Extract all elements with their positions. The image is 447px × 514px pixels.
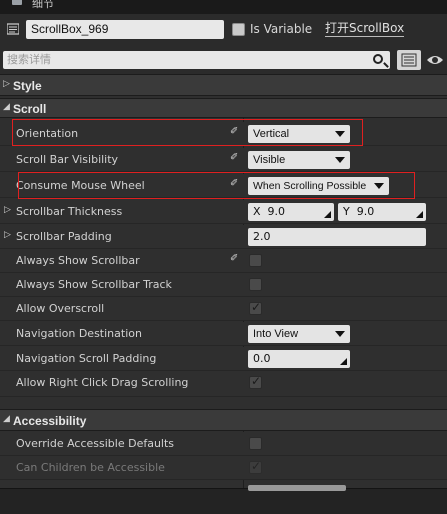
chevron-down-icon (335, 157, 345, 163)
row-navigation-destination: Navigation Destination Into View (0, 322, 447, 346)
expand-arrow-icon[interactable]: ▷ (4, 205, 11, 215)
row-can-children-be-accessible: Can Children be Accessible (0, 456, 447, 480)
navigation-destination-value: Into View (253, 328, 299, 340)
row-scrollbar-thickness: ▷ Scrollbar Thickness X 9.0 Y 9.0 (0, 200, 447, 224)
always-show-scrollbar-label: Always Show Scrollbar (16, 254, 140, 267)
eye-icon[interactable] (426, 52, 444, 68)
details-tab-label[interactable]: 细节 (32, 0, 54, 11)
widget-header: ScrollBox_969 Is Variable 打开ScrollBox (0, 14, 447, 46)
collapse-arrow-icon: ◢ (3, 102, 10, 112)
drag-handle-icon[interactable] (416, 211, 423, 218)
section-spacer (0, 397, 447, 409)
allow-overscroll-label: Allow Overscroll (16, 302, 105, 315)
category-scroll[interactable]: ◢ Scroll (0, 98, 447, 118)
category-accessibility[interactable]: ◢ Accessibility (0, 409, 447, 431)
override-accessible-defaults-checkbox[interactable] (249, 437, 262, 450)
drag-handle-icon[interactable] (324, 211, 331, 218)
navigation-destination-dropdown[interactable]: Into View (248, 325, 350, 343)
row-allow-right-click-drag: Allow Right Click Drag Scrolling (0, 371, 447, 397)
bottom-bar (0, 485, 447, 514)
override-accessible-defaults-label: Override Accessible Defaults (16, 437, 175, 450)
category-scroll-label: Scroll (13, 102, 47, 116)
binding-icon[interactable]: ✐ (230, 254, 240, 264)
row-navigation-scroll-padding: Navigation Scroll Padding 0.0 (0, 347, 447, 371)
search-input[interactable]: 搜索详情 (3, 51, 390, 69)
scrollbar-padding-value: 2.0 (253, 230, 271, 243)
highlight-consume-mouse-wheel (18, 172, 415, 199)
row-always-show-scrollbar: Always Show Scrollbar ✐ (0, 249, 447, 273)
search-row: 搜索详情 (0, 46, 447, 74)
x-axis-label: X (253, 205, 261, 218)
scroll-bar-visibility-dropdown[interactable]: Visible (248, 151, 350, 169)
partial-field (248, 485, 346, 491)
row-scroll-bar-visibility: Scroll Bar Visibility ✐ Visible (0, 148, 447, 172)
collapse-arrow-icon: ◢ (3, 414, 10, 424)
expand-arrow-icon[interactable]: ▷ (4, 230, 11, 240)
widget-name-input[interactable]: ScrollBox_969 (26, 20, 224, 39)
always-show-scrollbar-track-checkbox[interactable] (249, 278, 262, 291)
navigation-scroll-padding-field[interactable]: 0.0 (248, 350, 350, 368)
expand-arrow-icon: ▷ (3, 79, 10, 89)
scroll-bar-visibility-value: Visible (253, 154, 286, 166)
row-always-show-scrollbar-track: Always Show Scrollbar Track (0, 273, 447, 297)
y-axis-label: Y (343, 205, 350, 218)
y-value: 9.0 (356, 205, 375, 218)
search-icon[interactable] (373, 54, 383, 64)
category-accessibility-label: Accessibility (13, 414, 87, 428)
details-tab-icon (12, 0, 22, 5)
always-show-scrollbar-checkbox[interactable] (249, 254, 262, 267)
scrollbar-thickness-label: Scrollbar Thickness (16, 205, 123, 218)
view-options-icon[interactable] (397, 50, 421, 70)
details-tab-bar: 细节 (0, 0, 447, 14)
scrollbar-padding-label: Scrollbar Padding (16, 230, 112, 243)
can-children-be-accessible-label: Can Children be Accessible (16, 461, 165, 474)
chevron-down-icon (335, 331, 345, 337)
open-scrollbox-link[interactable]: 打开ScrollBox (325, 21, 405, 37)
allow-right-click-drag-label: Allow Right Click Drag Scrolling (16, 376, 189, 389)
navigation-scroll-padding-label: Navigation Scroll Padding (16, 352, 157, 365)
scrollbar-padding-field[interactable]: 2.0 (248, 228, 426, 246)
is-variable-label: Is Variable (250, 22, 313, 36)
always-show-scrollbar-track-label: Always Show Scrollbar Track (16, 278, 172, 291)
category-style[interactable]: ▷ Style (0, 74, 447, 96)
x-value: 9.0 (267, 205, 286, 218)
scroll-bar-visibility-label: Scroll Bar Visibility (16, 153, 119, 166)
can-children-be-accessible-checkbox (249, 459, 262, 474)
scrollbar-thickness-x-field[interactable]: X 9.0 (248, 203, 334, 221)
row-allow-overscroll: Allow Overscroll (0, 297, 447, 321)
highlight-orientation (12, 119, 363, 146)
scrollbar-thickness-y-field[interactable]: Y 9.0 (338, 203, 426, 221)
category-style-label: Style (13, 79, 42, 93)
allow-right-click-drag-checkbox[interactable] (249, 374, 262, 389)
allow-overscroll-checkbox[interactable] (249, 300, 262, 315)
drag-handle-icon[interactable] (340, 358, 347, 365)
navigation-scroll-padding-value: 0.0 (253, 352, 271, 365)
row-override-accessible-defaults: Override Accessible Defaults (0, 432, 447, 456)
row-scrollbar-padding: ▷ Scrollbar Padding 2.0 (0, 225, 447, 249)
widget-icon (6, 23, 20, 35)
binding-icon[interactable]: ✐ (230, 153, 240, 163)
is-variable-checkbox[interactable] (232, 23, 245, 36)
navigation-destination-label: Navigation Destination (16, 327, 142, 340)
